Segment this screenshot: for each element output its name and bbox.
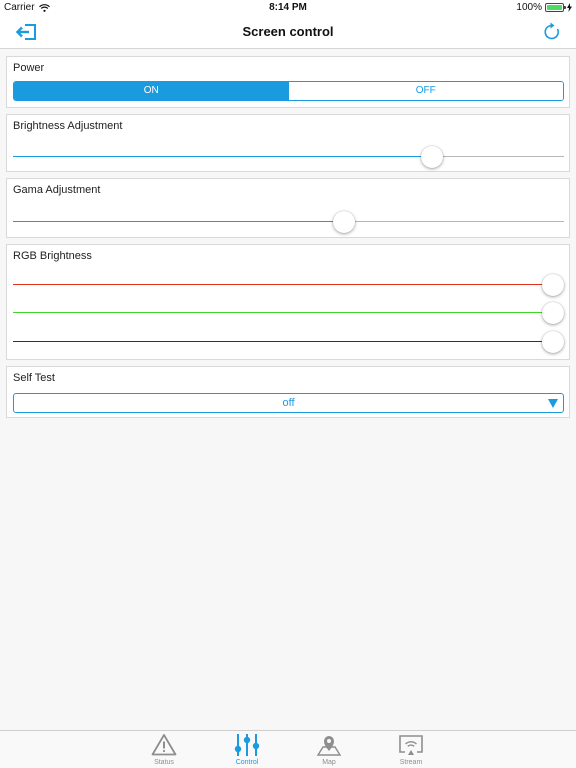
- tab-status[interactable]: Status: [134, 733, 194, 766]
- tab-control-label: Control: [235, 759, 259, 766]
- tab-map[interactable]: Map: [299, 733, 359, 766]
- red-slider-thumb[interactable]: [542, 274, 564, 296]
- blue-slider-thumb[interactable]: [542, 331, 564, 353]
- blue-slider[interactable]: [13, 331, 564, 353]
- power-title: Power: [13, 62, 45, 74]
- self-test-title: Self Test: [13, 372, 55, 384]
- tab-stream[interactable]: Stream: [381, 733, 441, 766]
- self-test-value: off: [282, 397, 295, 409]
- battery-icon: [545, 3, 566, 12]
- brightness-slider-thumb[interactable]: [420, 146, 443, 168]
- tab-stream-label: Stream: [399, 759, 423, 766]
- charging-icon: [567, 3, 572, 12]
- map-pin-icon: [316, 736, 342, 756]
- gama-card: Gama Adjustment: [6, 178, 570, 238]
- red-slider[interactable]: [13, 274, 564, 296]
- self-test-select[interactable]: off: [13, 393, 564, 413]
- tab-status-label: Status: [154, 759, 174, 766]
- brightness-title: Brightness Adjustment: [13, 120, 123, 132]
- self-test-card: Self Test off: [6, 366, 570, 418]
- cast-icon: [399, 735, 423, 755]
- power-card: Power ON OFF: [6, 56, 570, 108]
- tab-bar: Status Control Map Stream: [0, 730, 576, 768]
- rgb-card: RGB Brightness: [6, 244, 570, 360]
- tab-map-label: Map: [322, 759, 336, 766]
- power-on-button[interactable]: ON: [14, 82, 289, 100]
- triangle-down-icon: [548, 399, 558, 408]
- nav-bar: Screen control: [0, 16, 576, 49]
- gama-slider-thumb[interactable]: [332, 211, 355, 233]
- battery-percent: 100%: [516, 2, 542, 13]
- gama-slider[interactable]: [13, 211, 564, 233]
- green-slider-thumb[interactable]: [542, 302, 564, 324]
- brightness-card: Brightness Adjustment: [6, 114, 570, 172]
- warning-icon: [151, 734, 177, 756]
- page-title: Screen control: [242, 24, 334, 39]
- brightness-slider[interactable]: [13, 146, 564, 168]
- rgb-title: RGB Brightness: [13, 250, 92, 262]
- tab-control[interactable]: Control: [217, 733, 277, 766]
- green-slider[interactable]: [13, 302, 564, 324]
- power-off-button[interactable]: OFF: [288, 82, 563, 100]
- gama-title: Gama Adjustment: [13, 184, 101, 196]
- sliders-icon: [234, 734, 260, 756]
- refresh-icon[interactable]: [542, 22, 562, 42]
- power-toggle: ON OFF: [13, 81, 564, 101]
- status-bar: Carrier 8:14 PM 100%: [0, 0, 576, 16]
- clock: 8:14 PM: [269, 2, 307, 13]
